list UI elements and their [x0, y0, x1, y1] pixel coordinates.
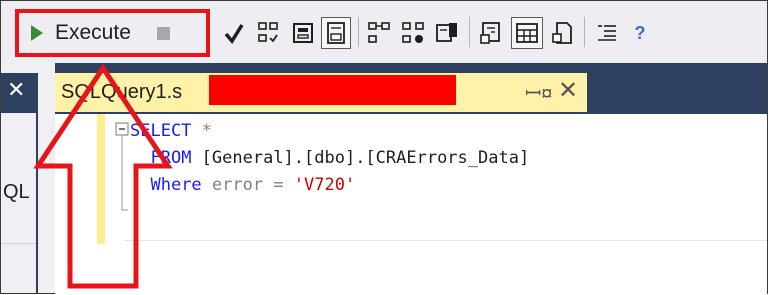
uncomment-icon[interactable]: ? — [629, 17, 651, 49]
tab-sqlquery1[interactable]: SQLQuery1.s ꟷ¤ ✕ — [55, 73, 587, 112]
close-tab-icon[interactable]: ✕ — [558, 76, 578, 105]
execute-label: Execute — [55, 21, 131, 44]
tab-title: SQLQuery1.s — [61, 81, 183, 103]
sql-keyword: FROM — [150, 148, 192, 168]
display-plan-icon[interactable] — [255, 17, 281, 49]
sql-keyword: SELECT — [130, 121, 192, 141]
sql-code[interactable]: SELECT * FROM [General].[dbo].[CRAErrors… — [130, 118, 529, 199]
collapse-icon[interactable] — [115, 122, 131, 222]
code-line: SELECT * — [130, 118, 529, 145]
sql-text: [General].[dbo].[CRAErrors_Data] — [191, 148, 530, 168]
sql-editor-toolbar: Execute ? — [1, 1, 767, 63]
sql-text: * — [191, 121, 212, 141]
redaction-box — [209, 75, 456, 105]
current-line-highlight — [125, 240, 767, 241]
results-to-grid-icon[interactable] — [321, 17, 351, 49]
toolbar-separator — [584, 17, 585, 47]
dock-divider — [36, 73, 38, 293]
object-explorer-dock: ✕ QL — [1, 63, 55, 293]
dock-sql-label: QL — [3, 181, 30, 203]
sql-keyword: Where — [150, 175, 202, 195]
stop-icon[interactable] — [156, 26, 170, 40]
play-icon — [31, 25, 43, 41]
comment-icon[interactable] — [593, 17, 621, 49]
toolbar-separator — [358, 17, 359, 47]
code-line: Where error = 'V720' — [130, 172, 529, 199]
query-editor[interactable]: SELECT * FROM [General].[dbo].[CRAErrors… — [55, 112, 767, 295]
include-plan-icon[interactable] — [365, 17, 393, 49]
results-to-file-icon[interactable] — [549, 17, 577, 49]
live-stats-icon[interactable] — [433, 17, 461, 49]
document-tab-row: SQLQuery1.s ꟷ¤ ✕ — [55, 63, 767, 112]
parse-icon[interactable] — [221, 17, 247, 49]
dock-divider — [1, 243, 36, 244]
query-options-icon[interactable] — [290, 17, 316, 49]
execute-button[interactable]: Execute — [15, 9, 210, 57]
client-stats-icon[interactable] — [399, 17, 427, 49]
sql-string: 'V720' — [293, 175, 356, 195]
close-icon[interactable]: ✕ — [7, 77, 25, 103]
code-line: FROM [General].[dbo].[CRAErrors_Data] — [130, 145, 529, 172]
results-grid-icon[interactable] — [511, 17, 543, 49]
change-tracking-bar — [97, 114, 105, 244]
pin-icon[interactable]: ꟷ¤ — [525, 79, 552, 106]
results-to-text-icon[interactable] — [477, 17, 505, 49]
toolbar-separator — [469, 17, 470, 47]
sql-text: error = — [201, 175, 294, 195]
